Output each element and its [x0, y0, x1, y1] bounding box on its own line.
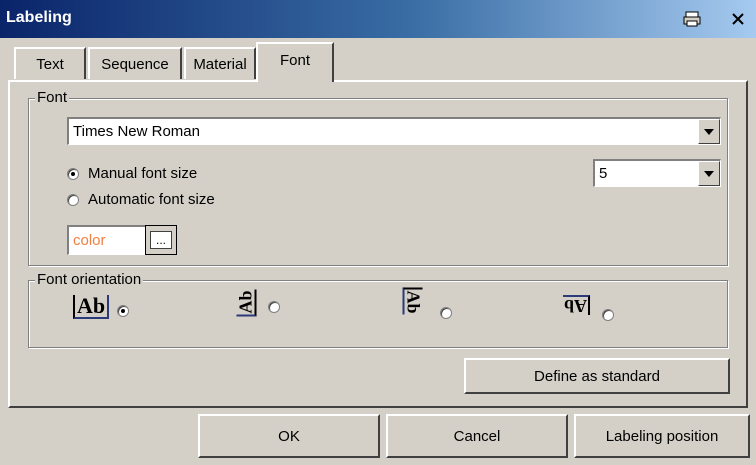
orientation-radio-1[interactable]: [117, 305, 130, 317]
tab-panel-font: Font Times New Roman Manual font size Au…: [8, 80, 748, 408]
define-as-standard-label: Define as standard: [534, 367, 660, 385]
manual-font-size-radio[interactable]: Manual font size: [67, 165, 197, 182]
chevron-down-icon: [704, 128, 714, 135]
chevron-down-icon: [704, 170, 714, 177]
orientation-radio-3[interactable]: [440, 307, 453, 319]
labeling-dialog: Labeling Text Sequence Material Font Fon…: [0, 0, 756, 465]
font-orientation-label: Font orientation: [35, 271, 144, 288]
manual-font-size-label: Manual font size: [88, 165, 198, 182]
font-name-select[interactable]: Times New Roman: [67, 117, 721, 145]
automatic-font-size-radio[interactable]: Automatic font size: [67, 191, 215, 208]
color-field[interactable]: color: [67, 225, 147, 255]
radio-automatic-icon[interactable]: [67, 193, 79, 206]
orientation-upside-down-icon: Ab: [563, 295, 591, 316]
font-group-label: Font: [35, 89, 70, 106]
labeling-position-label: Labeling position: [605, 427, 719, 445]
tab-text-label: Text: [36, 55, 64, 73]
define-as-standard-button[interactable]: Define as standard: [464, 358, 730, 394]
color-field-value: color: [73, 232, 106, 249]
orientation-option-3[interactable]: Ab: [399, 287, 461, 319]
orientation-option-1[interactable]: Ab: [73, 295, 138, 319]
title-bar[interactable]: Labeling: [0, 0, 756, 38]
orientation-rotated-right-icon: Ab: [402, 287, 424, 315]
orientation-option-2[interactable]: Ab: [233, 289, 289, 317]
cancel-button[interactable]: Cancel: [386, 414, 568, 458]
tab-font-label: Font: [279, 52, 310, 69]
font-size-value: 5: [599, 165, 608, 182]
orientation-rotated-left-icon: Ab: [236, 289, 257, 317]
tab-material-label: Material: [193, 55, 247, 73]
ok-label: OK: [278, 427, 300, 445]
tab-sequence-label: Sequence: [101, 55, 169, 73]
labeling-position-button[interactable]: Labeling position: [574, 414, 750, 458]
print-icon[interactable]: [680, 8, 704, 30]
font-group: Font Times New Roman Manual font size Au…: [28, 89, 728, 266]
tab-sequence[interactable]: Sequence: [88, 47, 182, 79]
orientation-horizontal-icon: Ab: [73, 295, 110, 319]
orientation-radio-4[interactable]: [602, 309, 615, 321]
color-browse-button[interactable]: ...: [145, 225, 177, 255]
radio-manual-icon[interactable]: [67, 167, 79, 180]
cancel-label: Cancel: [453, 427, 501, 445]
tab-text[interactable]: Text: [14, 47, 86, 79]
tab-material[interactable]: Material: [184, 47, 256, 79]
font-size-dropdown-button[interactable]: [698, 161, 720, 186]
font-orientation-group: Font orientation Ab Ab Ab Ab: [28, 271, 728, 348]
font-name-dropdown-button[interactable]: [698, 119, 720, 144]
orientation-option-4[interactable]: Ab: [563, 295, 623, 321]
window-title: Labeling: [6, 9, 72, 26]
ellipsis-icon: ...: [150, 231, 172, 249]
font-name-value: Times New Roman: [73, 123, 200, 140]
orientation-radio-2[interactable]: [268, 301, 281, 313]
tab-font[interactable]: Font: [256, 42, 334, 82]
automatic-font-size-label: Automatic font size: [88, 191, 215, 208]
ok-button[interactable]: OK: [198, 414, 380, 458]
font-size-select[interactable]: 5: [593, 159, 721, 187]
close-icon[interactable]: [726, 8, 750, 30]
